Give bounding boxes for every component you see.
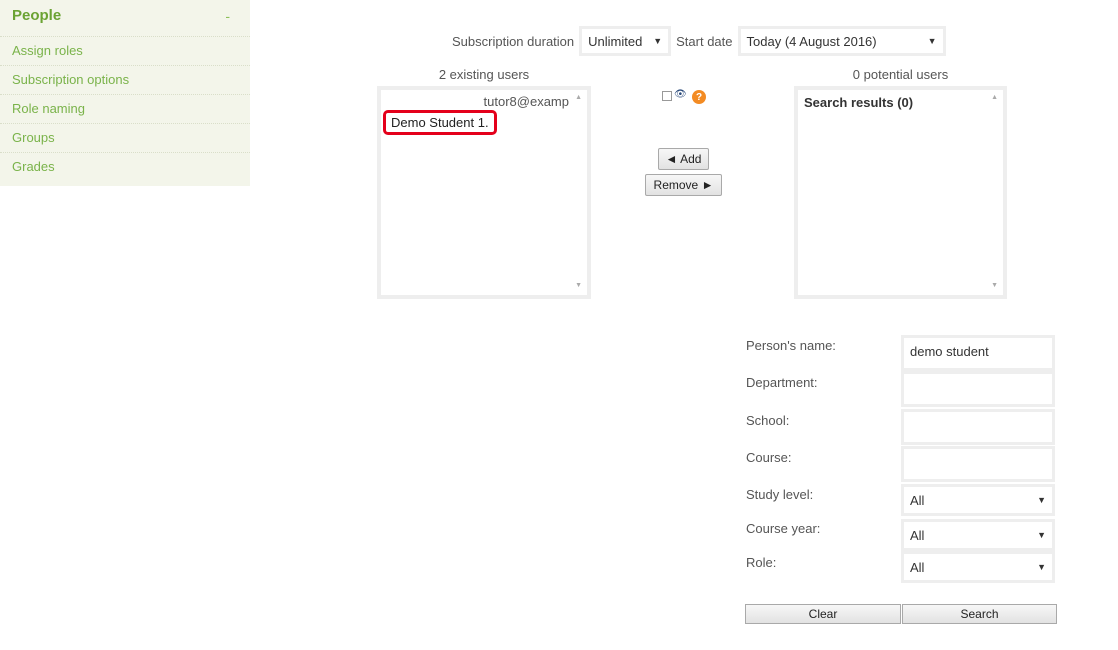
- help-icon[interactable]: ?: [692, 90, 706, 104]
- study-level-select[interactable]: All ▼: [901, 484, 1055, 516]
- study-level-label: Study level:: [746, 487, 814, 502]
- scroll-up-icon[interactable]: ▲: [991, 94, 998, 101]
- dropdown-arrow-icon: ▼: [653, 36, 663, 46]
- department-input[interactable]: [901, 371, 1055, 407]
- role-value: All: [910, 559, 925, 575]
- school-label: School:: [746, 413, 790, 428]
- subscription-duration-label: Subscription duration: [452, 33, 575, 49]
- existing-users-group-header: tutor8@examp: [483, 94, 569, 109]
- sidebar-item-subscription-options[interactable]: Subscription options: [0, 65, 250, 94]
- potential-users-list[interactable]: Search results (0) ▲ ▼: [794, 86, 1007, 299]
- role-select[interactable]: All ▼: [901, 551, 1055, 583]
- people-block-title: People: [12, 7, 62, 24]
- clear-button[interactable]: Clear: [745, 604, 901, 624]
- remove-button[interactable]: Remove ►: [645, 174, 722, 196]
- persons-name-label: Person's name:: [746, 338, 836, 353]
- people-block: People - Assign roles Subscription optio…: [0, 0, 250, 186]
- subscription-duration-value: Unlimited: [588, 33, 643, 49]
- persons-name-input[interactable]: demo student: [901, 335, 1055, 371]
- sidebar-item-grades[interactable]: Grades: [0, 152, 250, 181]
- study-level-value: All: [910, 492, 925, 508]
- collapse-block-button[interactable]: -: [225, 8, 230, 24]
- start-date-label: Start date: [676, 33, 733, 49]
- course-input[interactable]: [901, 446, 1055, 482]
- potential-users-label: 0 potential users: [852, 67, 949, 82]
- people-links: Assign roles Subscription options Role n…: [0, 28, 250, 181]
- department-label: Department:: [746, 375, 818, 390]
- existing-users-label: 2 existing users: [438, 67, 530, 82]
- dropdown-arrow-icon: ▼: [1037, 562, 1046, 572]
- eye-icon: 👁: [674, 89, 687, 100]
- search-results-heading: Search results (0): [804, 95, 914, 110]
- sidebar-item-groups[interactable]: Groups: [0, 123, 250, 152]
- course-year-value: All: [910, 527, 925, 543]
- course-year-label: Course year:: [746, 521, 821, 536]
- dropdown-arrow-icon: ▼: [1037, 495, 1046, 505]
- existing-users-list[interactable]: tutor8@examp Demo Student 1. ▲ ▼: [377, 86, 591, 299]
- sidebar-item-assign-roles[interactable]: Assign roles: [0, 36, 250, 65]
- start-date-value: Today (4 August 2016): [746, 33, 877, 49]
- school-input[interactable]: [901, 409, 1055, 445]
- dropdown-arrow-icon: ▼: [927, 36, 937, 46]
- start-date-select[interactable]: Today (4 August 2016) ▼: [737, 26, 946, 56]
- existing-user-option-demo-student[interactable]: Demo Student 1.: [383, 110, 497, 135]
- search-button[interactable]: Search: [902, 604, 1057, 624]
- role-label: Role:: [746, 555, 777, 570]
- dropdown-arrow-icon: ▼: [1037, 530, 1046, 540]
- scroll-down-icon[interactable]: ▼: [991, 282, 998, 289]
- search-options-toggle[interactable]: [662, 91, 672, 101]
- subscription-duration-select[interactable]: Unlimited ▼: [579, 26, 672, 56]
- course-year-select[interactable]: All ▼: [901, 519, 1055, 551]
- scroll-up-icon[interactable]: ▲: [575, 94, 582, 101]
- people-block-header: People -: [0, 0, 250, 28]
- add-button[interactable]: ◄ Add: [658, 148, 709, 170]
- scroll-down-icon[interactable]: ▼: [575, 282, 582, 289]
- course-label: Course:: [746, 450, 792, 465]
- subscription-row: Subscription duration Unlimited ▼ Start …: [452, 26, 946, 56]
- sidebar-item-role-naming[interactable]: Role naming: [0, 94, 250, 123]
